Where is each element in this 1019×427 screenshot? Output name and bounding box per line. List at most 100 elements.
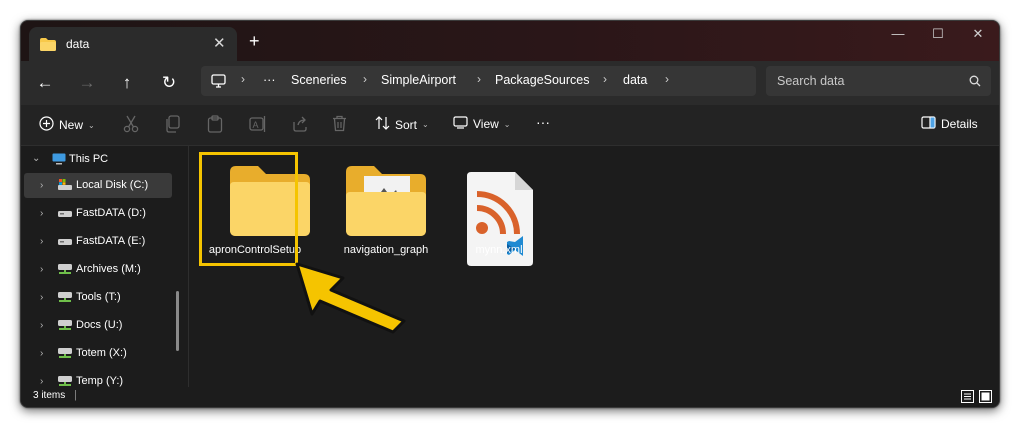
folder-with-content-icon: [344, 162, 428, 243]
xml-file-icon: [465, 172, 535, 271]
sidebar-item-this-pc[interactable]: ⌄ This PC: [24, 147, 172, 172]
tab-title: data: [66, 37, 90, 51]
more-icon: ···: [536, 114, 550, 130]
refresh-button[interactable]: ↻: [156, 70, 182, 96]
search-input[interactable]: Search data: [777, 74, 844, 88]
breadcrumb-packagesources[interactable]: PackageSources: [495, 73, 590, 87]
sidebar-item-totem-x[interactable]: › Totem (X:): [24, 341, 172, 366]
folder-icon: [40, 38, 56, 56]
chevron-down-icon: ⌄: [422, 120, 429, 129]
tab-data[interactable]: data ✕: [29, 27, 237, 61]
forward-button[interactable]: →: [74, 70, 100, 96]
sidebar-scrollbar[interactable]: [176, 291, 179, 351]
monitor-icon[interactable]: [211, 74, 226, 93]
breadcrumb-separator[interactable]: ›: [603, 72, 607, 86]
chevron-right-icon[interactable]: ›: [40, 348, 43, 359]
drive-icon: [58, 209, 72, 221]
network-drive-icon: [58, 292, 72, 306]
chevron-down-icon[interactable]: ⌄: [32, 153, 40, 164]
system-drive-icon: [58, 179, 72, 194]
this-pc-icon: [52, 153, 66, 168]
chevron-right-icon[interactable]: ›: [40, 180, 43, 191]
file-name: mynn.xml: [475, 244, 523, 256]
minimize-button[interactable]: —: [883, 26, 913, 41]
sidebar-item-label: FastDATA (D:): [76, 207, 146, 219]
sidebar-item-archives-m[interactable]: › Archives (M:): [24, 257, 172, 282]
chevron-right-icon[interactable]: ›: [40, 376, 43, 387]
new-button[interactable]: New ⌄: [39, 116, 95, 134]
view-button[interactable]: View ⌄: [453, 116, 511, 132]
status-separator: |: [74, 389, 77, 401]
sidebar-item-label: Totem (X:): [76, 347, 127, 359]
sidebar-item-fastdata-d[interactable]: › FastDATA (D:): [24, 201, 172, 226]
command-bar: New ⌄ A Sort ⌄ View ⌄ ··· Details: [21, 105, 999, 146]
sort-button[interactable]: Sort ⌄: [375, 116, 429, 133]
breadcrumb-separator[interactable]: ›: [241, 72, 245, 86]
network-drive-icon: [58, 264, 72, 278]
paste-icon[interactable]: [207, 115, 223, 138]
maximize-button[interactable]: ☐: [923, 26, 953, 42]
file-explorer-window: data ✕ + — ☐ ✕ ← → ↑ ↻ › ··· Sceneries ›…: [20, 20, 1000, 408]
sidebar-item-local-disk-c[interactable]: › Local Disk (C:): [24, 173, 172, 198]
search-icon: [969, 74, 981, 92]
breadcrumb-simpleairport[interactable]: SimpleAirport: [381, 73, 456, 87]
sidebar-item-label: Temp (Y:): [76, 375, 124, 387]
breadcrumb-more[interactable]: ···: [263, 73, 276, 87]
copy-icon[interactable]: [165, 115, 181, 138]
title-bar: data ✕ + — ☐ ✕: [21, 21, 999, 61]
file-list: apronControlSetup navigation_graph mynn.…: [189, 146, 999, 391]
sidebar-item-fastdata-e[interactable]: › FastDATA (E:): [24, 229, 172, 254]
network-drive-icon: [58, 320, 72, 334]
chevron-right-icon[interactable]: ›: [40, 208, 43, 219]
file-item-navigation-graph[interactable]: navigation_graph: [336, 154, 436, 264]
new-tab-button[interactable]: +: [249, 31, 260, 51]
chevron-down-icon: ⌄: [503, 119, 511, 129]
close-window-button[interactable]: ✕: [963, 26, 993, 42]
navigation-pane: ⌄ This PC › Local Disk (C:) › FastDATA (…: [21, 146, 188, 391]
chevron-right-icon[interactable]: ›: [40, 292, 43, 303]
view-label: View: [473, 117, 499, 131]
chevron-down-icon: ⌄: [88, 120, 95, 130]
sort-label: Sort: [395, 117, 418, 132]
details-view-toggle-icon[interactable]: [961, 390, 974, 407]
share-icon[interactable]: [291, 115, 308, 137]
sidebar-item-docs-u[interactable]: › Docs (U:): [24, 313, 172, 338]
chevron-right-icon[interactable]: ›: [40, 320, 43, 331]
chevron-right-icon[interactable]: ›: [40, 236, 43, 247]
file-name: navigation_graph: [343, 244, 429, 256]
sort-icon: [375, 116, 390, 133]
details-pane-icon: [921, 116, 936, 132]
file-item-mynn-xml[interactable]: mynn.xml: [449, 154, 549, 266]
sidebar-item-label: Local Disk (C:): [76, 179, 149, 191]
svg-text:A: A: [253, 120, 259, 130]
network-drive-icon: [58, 348, 72, 362]
plus-circle-icon: [39, 116, 54, 134]
chevron-right-icon[interactable]: ›: [40, 264, 43, 275]
breadcrumb-sceneries[interactable]: Sceneries: [291, 73, 347, 87]
more-options-button[interactable]: ···: [536, 114, 550, 130]
cut-icon[interactable]: [123, 115, 139, 138]
back-button[interactable]: ←: [32, 70, 58, 96]
breadcrumb-separator[interactable]: ›: [477, 72, 481, 86]
details-label: Details: [941, 117, 978, 131]
delete-icon[interactable]: [332, 115, 347, 137]
status-bar: 3 items |: [21, 387, 999, 407]
new-label: New: [59, 118, 84, 132]
up-button[interactable]: ↑: [114, 70, 140, 96]
view-icon: [453, 116, 468, 132]
sidebar-item-label: FastDATA (E:): [76, 235, 146, 247]
address-bar[interactable]: › ··· Sceneries › SimpleAirport › Packag…: [201, 66, 756, 96]
tab-close-icon[interactable]: ✕: [213, 34, 226, 52]
details-button[interactable]: Details: [921, 116, 978, 132]
search-box[interactable]: Search data: [766, 66, 991, 96]
breadcrumb-separator[interactable]: ›: [665, 72, 669, 86]
navigation-bar: ← → ↑ ↻ › ··· Sceneries › SimpleAirport …: [21, 61, 999, 105]
rename-icon[interactable]: A: [249, 115, 267, 138]
sidebar-item-tools-t[interactable]: › Tools (T:): [24, 285, 172, 310]
large-icons-view-toggle-icon[interactable]: [979, 390, 992, 407]
breadcrumb-separator[interactable]: ›: [363, 72, 367, 86]
sidebar-root-label: This PC: [69, 153, 109, 165]
sidebar-item-label: Tools (T:): [76, 291, 121, 303]
sidebar-item-label: Docs (U:): [76, 319, 123, 331]
breadcrumb-data[interactable]: data: [623, 73, 647, 87]
